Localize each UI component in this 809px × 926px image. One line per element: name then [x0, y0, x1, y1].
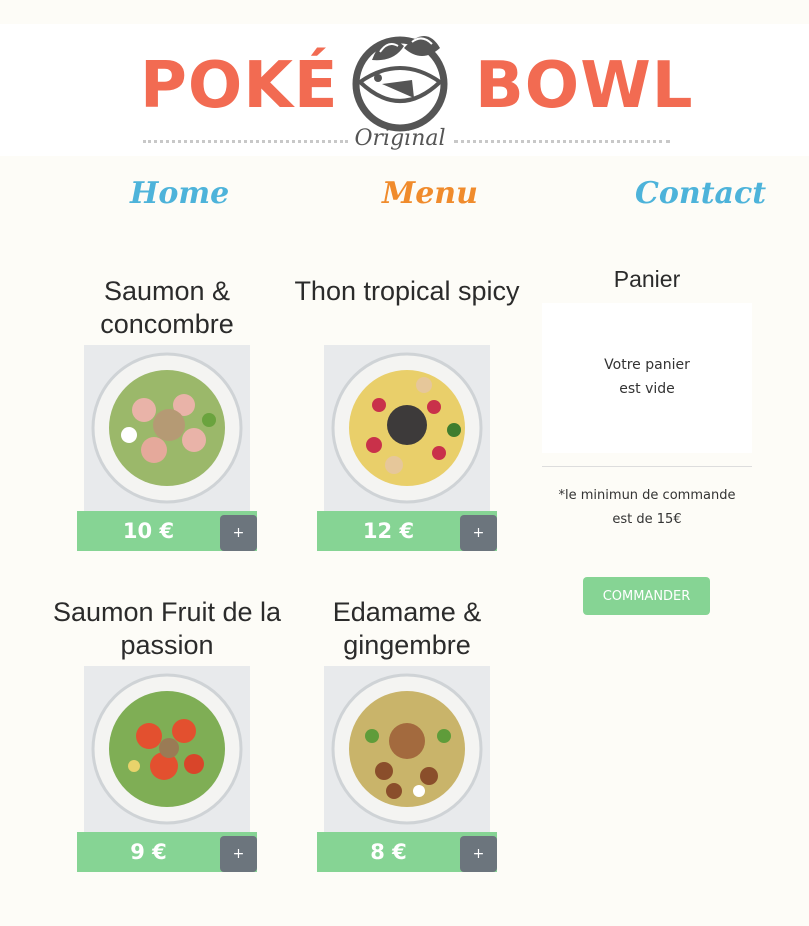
dotted-divider-left [143, 140, 348, 143]
add-to-cart-button[interactable]: + [460, 836, 497, 872]
price-bar: 8 € + [317, 832, 497, 872]
nav-home[interactable]: Home [130, 174, 229, 214]
price-bar: 10 € + [77, 511, 257, 551]
minimum-order-note-line-2: est de 15€ [612, 512, 682, 527]
logo-word-left: POKÉ [140, 49, 339, 123]
add-to-cart-button[interactable]: + [220, 515, 257, 551]
edamame-ginger-bowl-image [324, 666, 490, 832]
minimum-order-note-line-1: *le minimun de commande [558, 488, 736, 503]
product-price: 8 € [370, 840, 407, 864]
price-bar: 9 € + [77, 832, 257, 872]
add-to-cart-button[interactable]: + [220, 836, 257, 872]
cart-title: Panier [613, 266, 681, 292]
price-bar: 12 € + [317, 511, 497, 551]
product-price: 12 € [362, 519, 415, 543]
tropical-tuna-bowl-image [324, 345, 490, 511]
product-title: Edamame & gingembre [332, 597, 482, 660]
order-button[interactable]: COMMANDER [583, 577, 710, 615]
product-price: 10 € [122, 519, 175, 543]
cart-box: Votre panier est vide [542, 303, 752, 453]
dotted-divider-right [454, 140, 670, 143]
cart-empty-line-1: Votre panier [604, 357, 690, 373]
logo-subtitle-row: Original [0, 126, 809, 156]
logo-word-right: BOWL [475, 49, 694, 123]
salmon-passion-bowl-image [84, 666, 250, 832]
fish-bowl-logo-icon [352, 36, 448, 132]
cart-divider [542, 466, 752, 467]
cart-empty-line-2: est vide [619, 381, 675, 397]
logo-subtitle: Original [354, 126, 446, 151]
salmon-cucumber-bowl-image [84, 345, 250, 511]
product-title: Thon tropical spicy [294, 276, 520, 306]
product-price: 9 € [130, 840, 167, 864]
nav-contact[interactable]: Contact [635, 174, 766, 214]
site-header: POKÉ BOWL Original [0, 24, 809, 156]
nav-menu[interactable]: Menu [382, 174, 478, 214]
add-to-cart-button[interactable]: + [460, 515, 497, 551]
minimum-order-note: *le minimun de commande est de 15€ [542, 484, 752, 532]
cart-empty-message: Votre panier est vide [542, 353, 752, 401]
product-title: Saumon Fruit de la passion [52, 597, 282, 660]
product-title: Saumon & concombre [100, 276, 234, 339]
